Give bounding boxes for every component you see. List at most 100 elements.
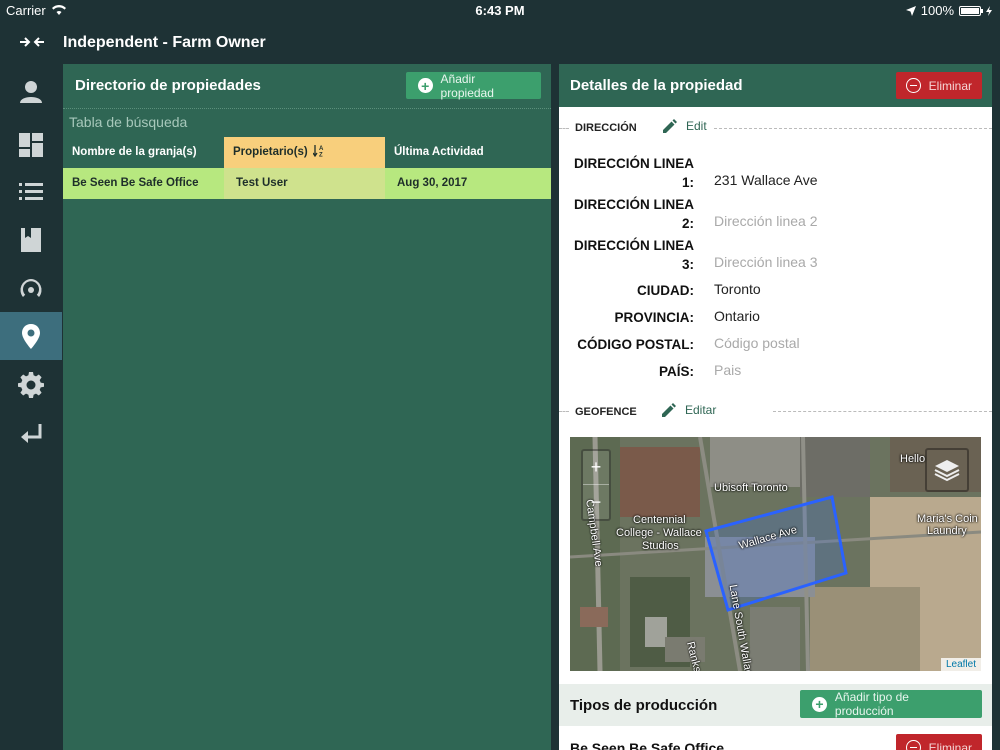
plus-circle-icon: +	[812, 696, 827, 712]
property-directory-panel: Directorio de propiedades + Añadir propi…	[63, 64, 551, 750]
plus-circle-icon: +	[418, 78, 433, 93]
app-header: Independent - Farm Owner	[0, 21, 1000, 64]
cell-last-activity: Aug 30, 2017	[385, 168, 551, 199]
address-line3-input[interactable]: Dirección linea 3	[714, 254, 818, 270]
add-property-label: Añadir propiedad	[440, 71, 494, 100]
satellite-imagery	[570, 437, 981, 671]
geofence-map[interactable]: Ubisoft Toronto Wallace Ave Centennial C…	[570, 437, 981, 671]
add-property-button[interactable]: + Añadir propiedad	[406, 71, 541, 100]
city-label: CIUDAD:	[637, 283, 694, 298]
minus-circle-icon	[906, 740, 921, 750]
divider	[559, 411, 569, 412]
table-header: Nombre de la granja(s) Propietario(s) AZ…	[63, 137, 551, 168]
city-value[interactable]: Toronto	[714, 281, 761, 297]
column-header-owner[interactable]: Propietario(s) AZ	[224, 137, 385, 168]
sidebar-item-properties[interactable]	[0, 312, 62, 360]
add-production-type-label: Añadir tipo de producción	[834, 690, 909, 718]
map-label: Hello	[900, 453, 926, 465]
column-header-farm[interactable]: Nombre de la granja(s)	[63, 137, 224, 168]
user-icon	[20, 81, 42, 103]
address-line1-value[interactable]: 231 Wallace Ave	[714, 172, 818, 188]
edit-address-label: Edit	[686, 119, 707, 133]
country-label: PAÍS:	[658, 364, 694, 379]
logout-arrow-icon	[21, 424, 42, 443]
property-details-panel: Detalles de la propiedad Eliminar DIRECC…	[559, 64, 992, 750]
map-label: Studios	[642, 540, 679, 552]
sidebar-item-broadcast[interactable]	[0, 265, 62, 313]
edit-address-link[interactable]: Edit	[663, 119, 707, 133]
dashboard-icon	[19, 133, 43, 157]
column-header-owner-label: Propietario(s)	[233, 146, 308, 158]
sidebar-item-book[interactable]	[0, 216, 62, 264]
sidebar-item-profile[interactable]	[0, 68, 62, 116]
country-input[interactable]: Pais	[714, 362, 741, 378]
address-line2-input[interactable]: Dirección linea 2	[714, 213, 818, 229]
battery-icon	[959, 5, 983, 16]
sort-ascending-icon: AZ	[312, 145, 324, 159]
map-label: Maria's Coin	[917, 513, 978, 525]
sidebar-item-dashboard[interactable]	[0, 121, 62, 169]
geofence-section-label: GEOFENCE	[575, 406, 637, 418]
clock: 6:43 PM	[475, 3, 525, 18]
address-line3-label: DIRECCIÓN LINEA 3:	[573, 238, 694, 272]
map-label: College - Wallace	[616, 527, 702, 539]
location-pin-icon	[22, 324, 40, 349]
zoom-in-button[interactable]: +	[583, 451, 609, 485]
postal-code-label: CÓDIGO POSTAL:	[577, 337, 694, 352]
gear-icon	[18, 372, 44, 398]
production-types-title: Tipos de producción	[570, 697, 718, 714]
book-icon	[21, 228, 41, 252]
divider	[63, 108, 551, 112]
cell-owner: Test User	[224, 168, 385, 199]
status-bar: Carrier 6:43 PM 100%	[0, 0, 1000, 21]
pencil-icon	[662, 403, 676, 417]
pencil-icon	[663, 119, 677, 133]
map-label: Laundry	[927, 525, 967, 537]
postal-code-input[interactable]: Código postal	[714, 335, 800, 351]
details-title: Detalles de la propiedad	[570, 77, 743, 94]
map-layers-button[interactable]	[925, 448, 969, 492]
minus-circle-icon	[906, 78, 921, 93]
table-row[interactable]: Be Seen Be Safe Office Test User Aug 30,…	[63, 168, 551, 199]
sidebar-item-settings[interactable]	[0, 360, 62, 408]
page-title: Independent - Farm Owner	[63, 34, 266, 51]
delete-property-button[interactable]: Eliminar	[896, 72, 982, 99]
divider	[559, 128, 569, 129]
map-label: Ubisoft Toronto	[714, 482, 788, 494]
province-value[interactable]: Ontario	[714, 308, 760, 324]
battery-percent: 100%	[920, 3, 954, 18]
location-arrow-icon	[905, 5, 916, 16]
edit-geofence-link[interactable]: Editar	[662, 403, 716, 417]
divider	[714, 128, 992, 129]
production-types-bar: Tipos de producción + Añadir tipo de pro…	[559, 684, 992, 726]
table-search-input[interactable]: Tabla de búsqueda	[69, 114, 187, 130]
column-header-activity[interactable]: Última Actividad	[385, 137, 551, 168]
svg-text:Z: Z	[319, 153, 323, 158]
production-item-name: Be Seen Be Safe Office	[570, 740, 725, 750]
province-label: PROVINCIA:	[614, 310, 694, 325]
layers-icon	[934, 460, 960, 482]
sidebar-item-list[interactable]	[0, 168, 62, 216]
delete-label: Eliminar	[928, 78, 972, 93]
map-zoom-control: + −	[581, 449, 611, 521]
address-section-label: DIRECCIÓN	[575, 122, 637, 134]
map-attribution-link[interactable]: Leaflet	[940, 658, 981, 671]
svg-text:A: A	[319, 146, 324, 152]
directory-title: Directorio de propiedades	[75, 77, 261, 94]
sidebar-item-logout[interactable]	[0, 410, 62, 458]
edit-geofence-label: Editar	[685, 403, 717, 417]
cell-farm: Be Seen Be Safe Office	[63, 168, 224, 199]
delete-production-label: Eliminar	[928, 740, 972, 750]
address-line1-label: DIRECCIÓN LINEA 1:	[573, 156, 694, 190]
sidebar	[0, 64, 62, 750]
charging-icon	[986, 5, 992, 16]
map-label: Centennial	[633, 514, 686, 526]
zoom-out-button[interactable]: −	[583, 485, 609, 519]
delete-production-button[interactable]: Eliminar	[896, 734, 982, 750]
broadcast-icon	[20, 279, 42, 297]
list-icon	[19, 183, 43, 200]
add-production-type-button[interactable]: + Añadir tipo de producción	[800, 690, 982, 718]
address-line2-label: DIRECCIÓN LINEA 2:	[573, 197, 694, 231]
details-header: Detalles de la propiedad Eliminar	[559, 64, 992, 107]
collapse-sidebar-icon[interactable]	[18, 31, 46, 53]
